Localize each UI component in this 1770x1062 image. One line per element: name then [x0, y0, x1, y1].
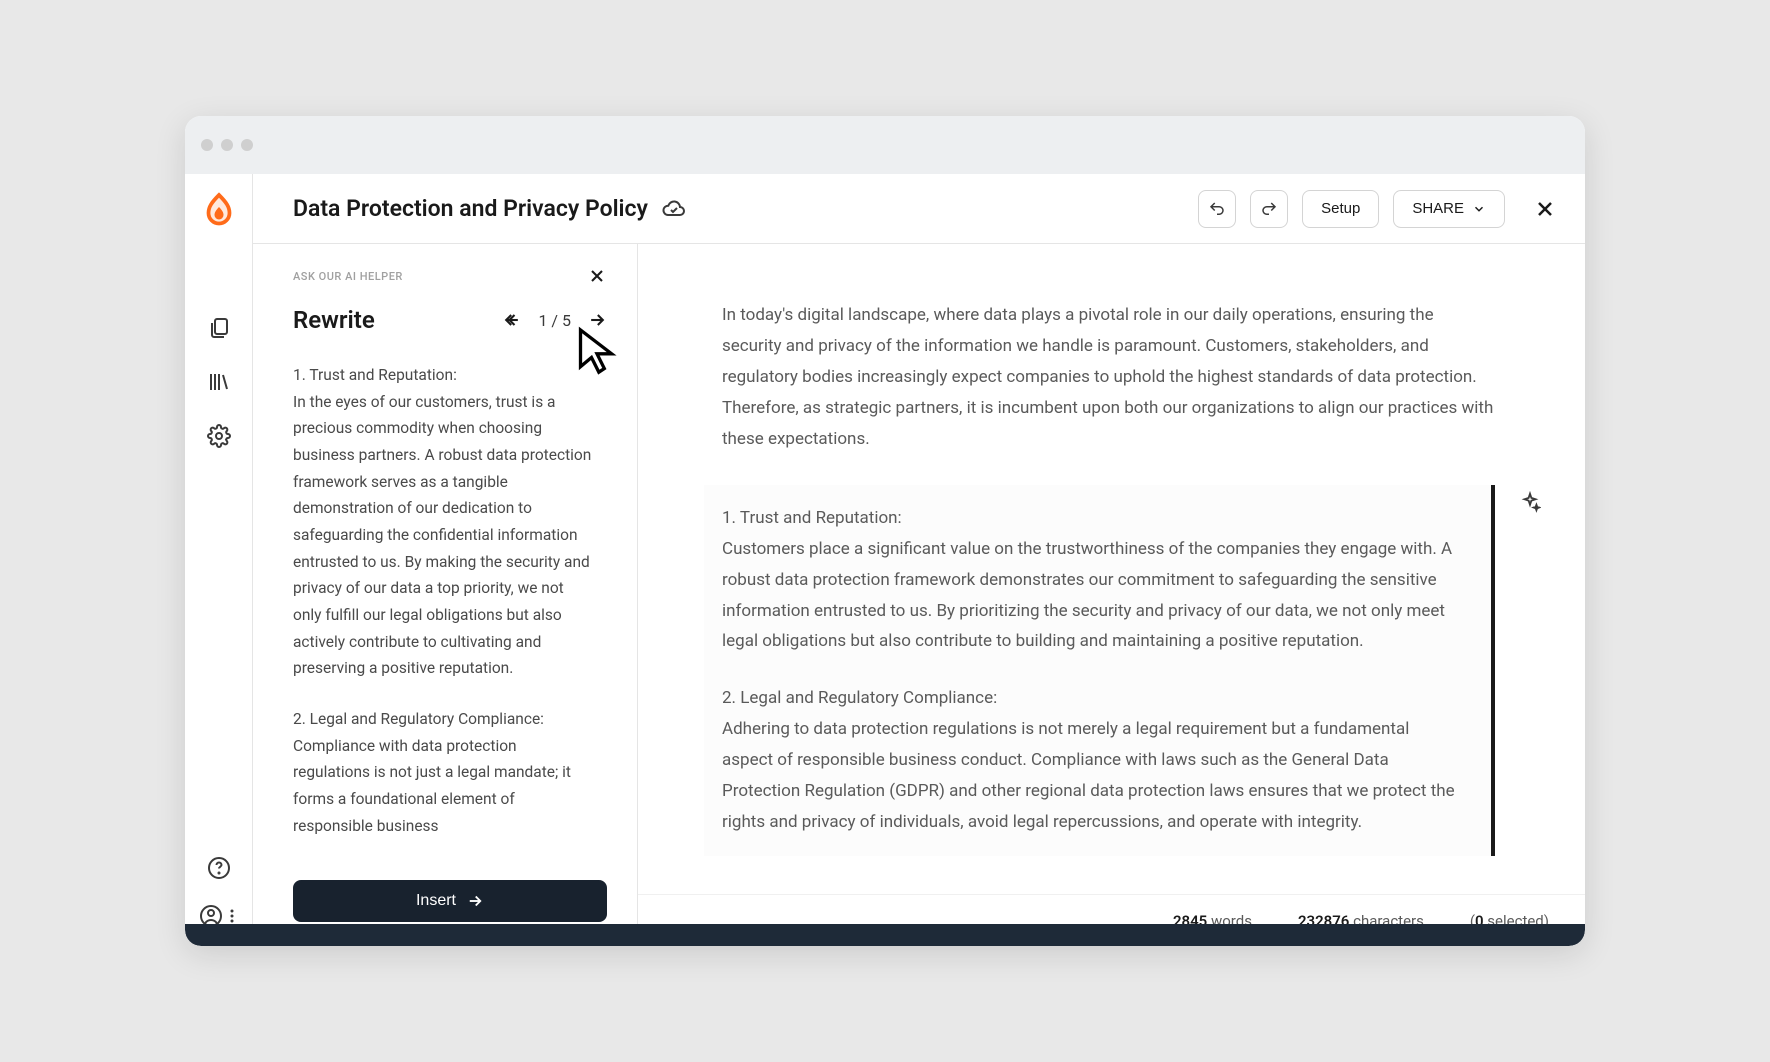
ai-sec2-heading: 2. Legal and Regulatory Compliance:	[293, 710, 544, 728]
window-bottom-edge	[185, 924, 1585, 946]
document-scroll[interactable]: In today's digital landscape, where data…	[638, 244, 1585, 894]
pager-text: 1 / 5	[538, 311, 571, 330]
doc-block2-body: Adhering to data protection regulations …	[722, 719, 1455, 832]
pager-prev-icon[interactable]	[502, 310, 522, 330]
ai-suggestion-text[interactable]: 1. Trust and Reputation: In the eyes of …	[293, 362, 607, 862]
insert-button-label: Insert	[416, 892, 456, 910]
ai-mode-title: Rewrite	[293, 306, 375, 334]
document-pane: In today's digital landscape, where data…	[638, 244, 1585, 946]
ai-sec1-heading: 1. Trust and Reputation:	[293, 366, 457, 384]
arrow-right-icon	[466, 892, 484, 910]
ai-helper-panel: ASK OUR AI HELPER Rewrite 1 / 5	[253, 244, 638, 946]
document-title[interactable]: Data Protection and Privacy Policy	[293, 195, 648, 222]
settings-icon[interactable]	[207, 424, 231, 448]
doc-block1-body: Customers place a significant value on t…	[722, 539, 1452, 652]
doc-block2-heading: 2. Legal and Regulatory Compliance:	[722, 688, 997, 708]
insert-button[interactable]: Insert	[293, 880, 607, 922]
undo-icon	[1208, 200, 1226, 218]
setup-button-label: Setup	[1321, 200, 1360, 217]
topbar: Data Protection and Privacy Policy Setup…	[253, 174, 1585, 244]
doc-intro-paragraph[interactable]: In today's digital landscape, where data…	[722, 300, 1495, 455]
undo-button[interactable]	[1198, 190, 1236, 228]
ai-sec2-body: Compliance with data protection regulati…	[293, 737, 571, 835]
redo-icon	[1260, 200, 1278, 218]
redo-button[interactable]	[1250, 190, 1288, 228]
selected-text-block[interactable]: 1. Trust and Reputation: Customers place…	[704, 485, 1495, 856]
ai-sparkle-icon[interactable]	[1519, 491, 1541, 513]
ai-panel-label: ASK OUR AI HELPER	[293, 270, 403, 283]
documents-icon[interactable]	[207, 316, 231, 340]
ai-sec1-body: In the eyes of our customers, trust is a…	[293, 393, 591, 678]
chevron-down-icon	[1472, 202, 1486, 216]
setup-button[interactable]: Setup	[1302, 190, 1379, 228]
share-button[interactable]: SHARE	[1393, 190, 1505, 228]
suggestion-pager: 1 / 5	[502, 310, 607, 330]
doc-block1-heading: 1. Trust and Reputation:	[722, 508, 902, 528]
app-logo-icon	[201, 192, 237, 228]
close-document-icon[interactable]	[1533, 197, 1557, 221]
main-area: Data Protection and Privacy Policy Setup…	[253, 174, 1585, 946]
library-icon[interactable]	[207, 370, 231, 394]
content-row: ASK OUR AI HELPER Rewrite 1 / 5	[253, 244, 1585, 946]
cloud-sync-icon[interactable]	[662, 197, 686, 221]
left-nav-rail	[185, 174, 253, 946]
traffic-light-minimize[interactable]	[221, 139, 233, 151]
help-icon[interactable]	[207, 856, 231, 880]
traffic-light-zoom[interactable]	[241, 139, 253, 151]
pager-next-icon[interactable]	[587, 310, 607, 330]
app-body: Data Protection and Privacy Policy Setup…	[185, 174, 1585, 946]
traffic-light-close[interactable]	[201, 139, 213, 151]
window-titlebar	[185, 116, 1585, 174]
share-button-label: SHARE	[1412, 200, 1464, 217]
close-ai-panel-icon[interactable]	[587, 266, 607, 286]
app-window: Data Protection and Privacy Policy Setup…	[185, 116, 1585, 946]
